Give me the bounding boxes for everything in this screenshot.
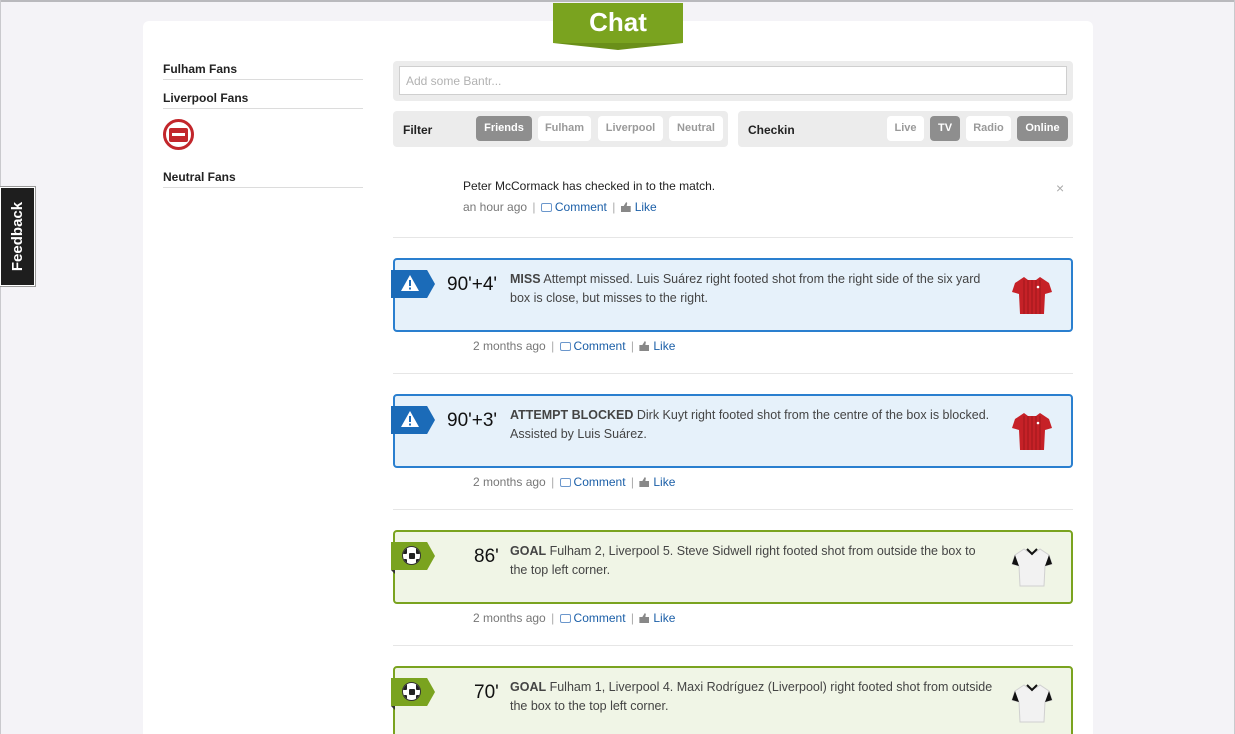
event-card-miss: 90'+4' MISS Attempt missed. Luis Suárez … [391,258,1073,332]
fulham-shirt-icon [1011,684,1053,723]
close-icon[interactable]: × [1056,180,1064,196]
chat-tab-arrow [553,43,683,50]
event-text: ATTEMPT BLOCKED Dirk Kuyt right footed s… [510,408,990,441]
feedback-tab[interactable]: Feedback [0,187,35,286]
post-time: 2 months ago [473,611,546,625]
post-meta: an hour ago | Comment | Like [463,200,1063,214]
comment-icon [540,203,552,212]
event-flag [391,270,435,298]
divider [393,373,1073,374]
checkin-online-button[interactable]: Online [1017,116,1068,141]
thumbs-up-icon [639,341,650,351]
checkin-live-button[interactable]: Live [887,116,924,141]
filter-liverpool-button[interactable]: Liverpool [598,116,663,141]
football-icon [402,546,421,565]
comment-link[interactable]: Comment [559,475,626,489]
event-text: MISS Attempt missed. Luis Suárez right f… [510,272,981,305]
filter-label: Filter [403,123,433,137]
like-link[interactable]: Like [639,339,675,353]
separator: | [612,200,616,214]
event-card-goal: 70' GOAL Fulham 1, Liverpool 4. Maxi Rod… [391,666,1073,734]
post-meta: 2 months ago | Comment | Like [473,475,676,489]
post-time: 2 months ago [473,339,546,353]
event-minute: 90'+3' [447,410,498,431]
post-meta: 2 months ago | Comment | Like [473,611,676,625]
feedback-label: Feedback [9,201,27,272]
event-text: GOAL Fulham 1, Liverpool 4. Maxi Rodrígu… [510,680,993,713]
event-minute: 70' [474,682,499,703]
event-flag [391,678,435,706]
checkin-post: Peter McCormack has checked in to the ma… [463,179,1063,214]
football-icon [402,682,421,701]
liverpool-shirt-icon [1012,413,1052,450]
checkin-radio-button[interactable]: Radio [966,116,1011,141]
event-card-attempt-blocked: 90'+3' ATTEMPT BLOCKED Dirk Kuyt right f… [391,394,1073,468]
event-flag [391,542,435,570]
warning-icon [401,275,419,291]
thumbs-up-icon [639,477,650,487]
post-meta: 2 months ago | Comment | Like [473,339,676,353]
fan-avatar-badge[interactable] [163,119,194,150]
checkin-label: Checkin [748,123,795,137]
checkin-tv-button[interactable]: TV [930,116,960,141]
checkin-post-text: Peter McCormack has checked in to the ma… [463,179,716,193]
post-time: 2 months ago [473,475,546,489]
like-link[interactable]: Like [639,475,675,489]
window-left-border [0,0,1,734]
window-top-border [0,0,1235,2]
warning-icon [401,411,419,427]
filter-neutral-button[interactable]: Neutral [669,116,723,141]
checkin-bar: Checkin Live TV Radio Online [738,111,1073,147]
chat-tab: Chat [553,3,683,43]
bantr-input-container [393,61,1073,101]
comment-link[interactable]: Comment [559,611,626,625]
filter-friends-button[interactable]: Friends [476,116,532,141]
neutral-fans-heading: Neutral Fans [163,170,363,188]
comment-icon [559,342,571,351]
comment-link[interactable]: Comment [559,339,626,353]
event-minute: 90'+4' [447,274,498,295]
bantr-input[interactable] [399,66,1067,95]
thumbs-up-icon [639,613,650,623]
thumbs-up-icon [620,202,631,212]
comment-icon [559,478,571,487]
filter-fulham-button[interactable]: Fulham [538,116,591,141]
fulham-fans-heading: Fulham Fans [163,62,363,80]
post-time: an hour ago [463,200,528,214]
event-card-goal: 86' GOAL Fulham 2, Liverpool 5. Steve Si… [391,530,1073,604]
filter-bar: Filter Friends Fulham Liverpool Neutral [393,111,728,147]
like-link[interactable]: Like [620,200,657,214]
event-minute: 86' [474,546,499,567]
event-flag [391,406,435,434]
divider [393,645,1073,646]
divider [393,509,1073,510]
separator: | [532,200,536,214]
like-link[interactable]: Like [639,611,675,625]
event-text: GOAL Fulham 2, Liverpool 5. Steve Sidwel… [510,544,976,577]
divider [393,237,1073,238]
liverpool-fans-heading: Liverpool Fans [163,91,363,109]
fulham-shirt-icon [1011,548,1053,587]
comment-link[interactable]: Comment [540,200,607,214]
comment-icon [559,614,571,623]
liverpool-shirt-icon [1012,277,1052,314]
